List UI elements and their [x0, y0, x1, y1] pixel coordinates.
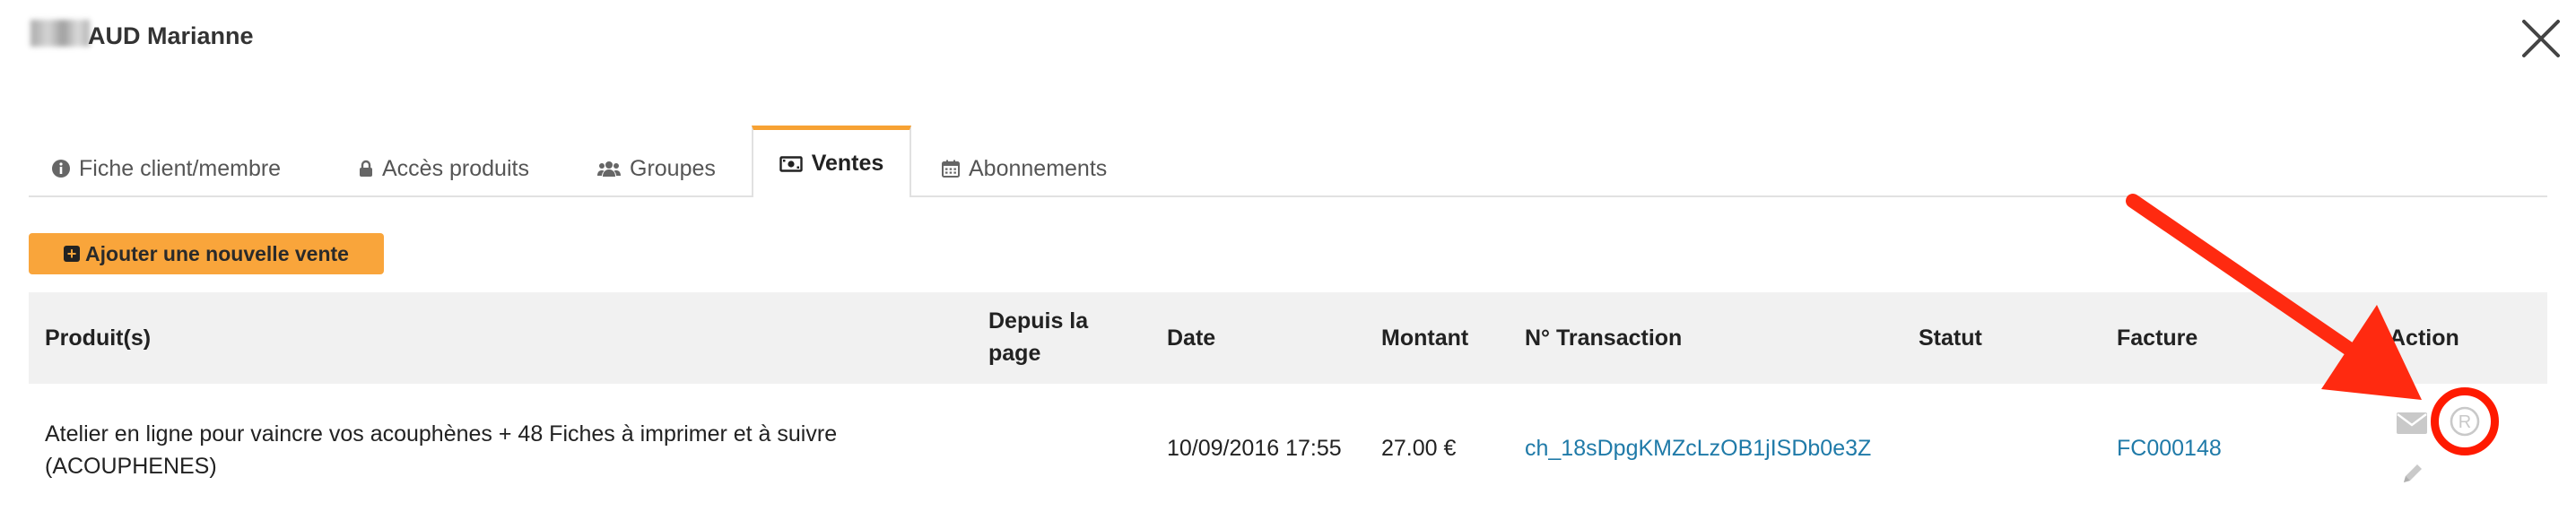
tab-label: Groupes — [630, 155, 716, 181]
sale-amount: 27.00 € — [1381, 436, 1457, 461]
tab-bar: Fiche client/membre Accès produits Group… — [29, 126, 2547, 197]
info-circle-icon — [52, 160, 70, 178]
red-arrow-annotation — [2126, 194, 2422, 400]
edit-sale-button[interactable] — [2400, 461, 2425, 490]
tab-groupes[interactable]: Groupes — [597, 142, 716, 195]
close-icon — [2522, 20, 2560, 57]
calendar-icon — [942, 160, 960, 178]
col-header-date: Date — [1167, 325, 1216, 351]
sale-date: 10/09/2016 17:55 — [1167, 436, 1342, 461]
close-button[interactable] — [2519, 16, 2563, 61]
transaction-link[interactable]: ch_18sDpgKMZcLzOB1jISDb0e3Z — [1525, 432, 1871, 464]
pencil-icon — [2404, 464, 2422, 482]
col-header-transaction: N° Transaction — [1525, 325, 1683, 351]
tab-abonnements[interactable]: Abonnements — [942, 142, 1107, 195]
tab-label: Abonnements — [969, 155, 1108, 181]
customer-name-title: AUD Marianne — [88, 22, 254, 49]
col-header-montant: Montant — [1381, 325, 1469, 351]
lock-icon — [359, 160, 373, 178]
product-name-line2: (ACOUPHENES) — [45, 454, 217, 479]
col-header-statut: Statut — [1919, 325, 1982, 351]
tab-fiche-client[interactable]: Fiche client/membre — [52, 142, 281, 195]
col-header-produits: Produit(s) — [45, 325, 152, 351]
product-name-line1: Atelier en ligne pour vaincre vos acouph… — [45, 421, 838, 447]
col-header-depuis-la-page: Depuis la page — [988, 308, 1089, 366]
users-icon — [597, 160, 621, 178]
tab-ventes[interactable]: Ventes — [752, 126, 911, 197]
add-sale-button[interactable]: + Ajouter une nouvelle vente — [29, 233, 384, 274]
tab-label: Accès produits — [382, 155, 529, 181]
tab-label: Ventes — [811, 151, 884, 176]
tab-acces-produits[interactable]: Accès produits — [359, 142, 529, 195]
redacted-name-blur — [30, 20, 90, 47]
tab-label: Fiche client/membre — [79, 155, 282, 181]
money-bill-icon — [779, 155, 803, 172]
add-sale-label: Ajouter une nouvelle vente — [85, 241, 349, 265]
plus-square-icon: + — [64, 246, 81, 262]
